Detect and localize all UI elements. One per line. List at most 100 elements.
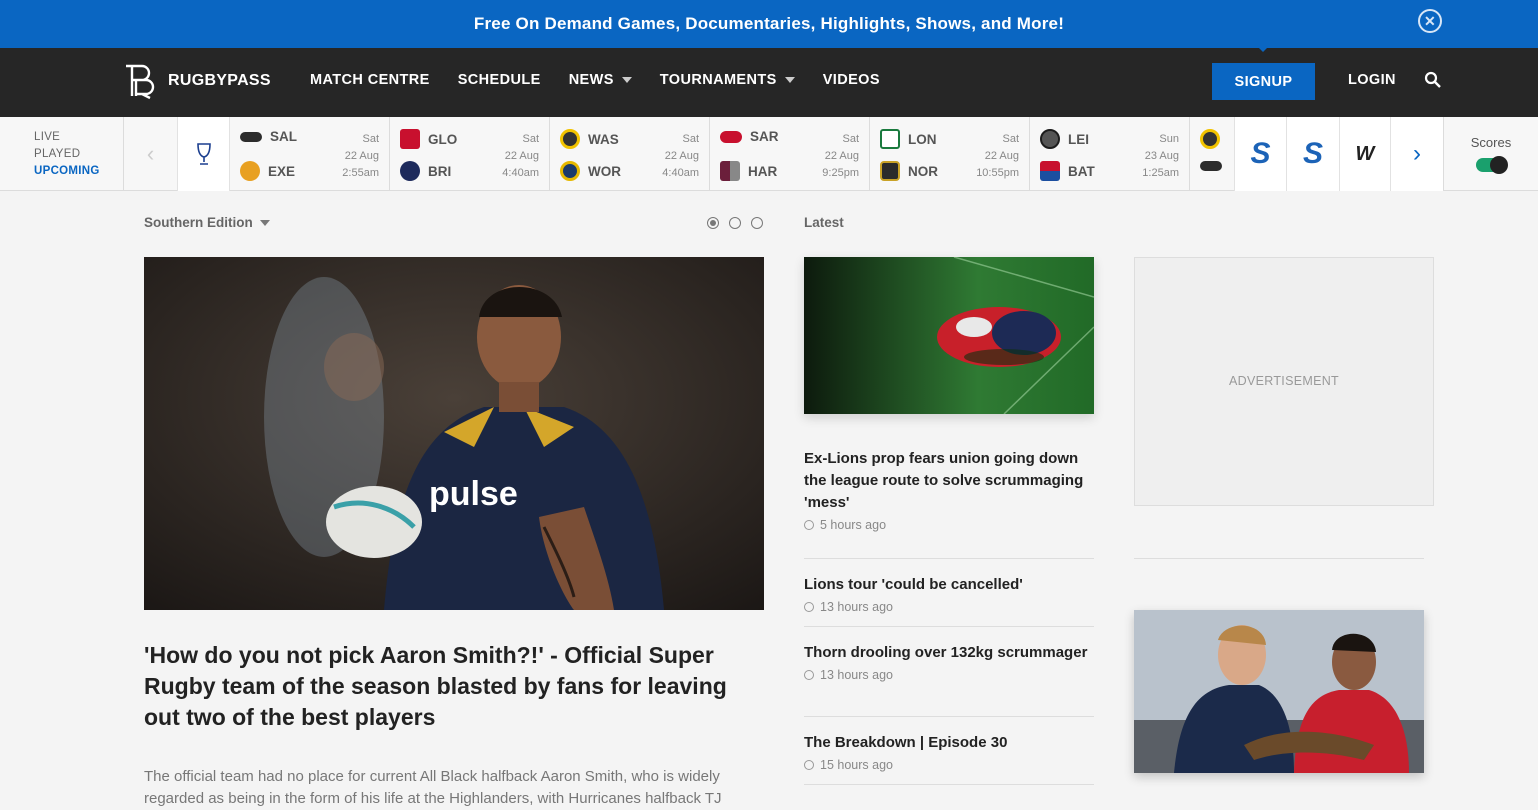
- home-team: LEI: [1040, 129, 1089, 149]
- clock-icon: [804, 670, 814, 680]
- match-card[interactable]: SAL EXE Sat 22 Aug 2:55am: [230, 117, 390, 191]
- sal-crest-icon: [1200, 161, 1222, 171]
- divider: [804, 784, 1094, 785]
- lon-crest-icon: [880, 129, 900, 149]
- scores-toggle-panel: Scores: [1444, 117, 1538, 191]
- chevron-down-icon: [784, 77, 795, 83]
- clock-icon: [804, 602, 814, 612]
- close-icon[interactable]: ✕: [1418, 9, 1442, 33]
- carousel-dot[interactable]: [729, 217, 741, 229]
- home-team: SAL: [240, 129, 297, 144]
- hero-image[interactable]: pulse: [144, 257, 764, 610]
- sidebar-article-image[interactable]: [1134, 610, 1424, 773]
- logo[interactable]: RUGBYPASS: [122, 62, 271, 100]
- match-card[interactable]: GLO BRI Sat 22 Aug 4:40am: [390, 117, 550, 191]
- hero-summary: The official team had no place for curre…: [144, 768, 722, 807]
- scores-toggle-label: Scores: [1470, 135, 1512, 150]
- article-item[interactable]: Ex-Lions prop fears union going down the…: [804, 448, 1094, 532]
- match-time: Sat 22 Aug 10:55pm: [976, 133, 1019, 179]
- away-team: EXE: [240, 161, 295, 181]
- svg-text:pulse: pulse: [429, 475, 518, 513]
- article-title[interactable]: Lions tour 'could be cancelled': [804, 574, 1094, 596]
- away-team: BAT: [1040, 161, 1095, 181]
- match-card[interactable]: LON NOR Sat 22 Aug 10:55pm: [870, 117, 1030, 191]
- match-card[interactable]: WAS WOR Sat 22 Aug 4:40am: [550, 117, 710, 191]
- super-rugby-icon[interactable]: S: [1234, 117, 1287, 191]
- chevron-down-icon: [259, 219, 270, 226]
- away-team: WOR: [560, 161, 621, 181]
- sar-crest-icon: [720, 130, 742, 143]
- hero-headline[interactable]: 'How do you not pick Aaron Smith?!' - Of…: [144, 640, 754, 733]
- scores-prev-button[interactable]: ‹: [124, 117, 177, 191]
- wor-crest-icon: [560, 161, 580, 181]
- signup-button[interactable]: SIGNUP: [1212, 63, 1315, 100]
- scores-toggle[interactable]: [1476, 156, 1508, 174]
- trophy-icon[interactable]: [177, 117, 230, 191]
- rugbypass-logo-icon: [126, 64, 155, 100]
- match-time: Sat 22 Aug 4:40am: [502, 133, 539, 179]
- sal-crest-icon: [240, 131, 262, 142]
- login-button[interactable]: LOGIN: [1348, 72, 1396, 88]
- article-item[interactable]: Thorn drooling over 132kg scrummager 13 …: [804, 642, 1094, 682]
- article-title[interactable]: Ex-Lions prop fears union going down the…: [804, 448, 1094, 514]
- promo-text[interactable]: Free On Demand Games, Documentaries, Hig…: [474, 14, 1064, 34]
- match-card[interactable]: LEI BAT Sun 23 Aug 1:25am: [1030, 117, 1190, 191]
- home-team: [1200, 129, 1220, 149]
- home-team: GLO: [400, 129, 457, 149]
- super-rugby-aotearoa-icon[interactable]: S: [1287, 117, 1340, 191]
- nav-schedule[interactable]: SCHEDULE: [458, 72, 541, 88]
- edition-selector[interactable]: Southern Edition: [144, 215, 270, 230]
- article-time: 13 hours ago: [804, 600, 1094, 614]
- advertisement-label: ADVERTISEMENT: [1229, 373, 1339, 388]
- article-time: 5 hours ago: [804, 518, 1094, 532]
- nav-news[interactable]: NEWS: [569, 72, 632, 88]
- nor-crest-icon: [880, 161, 900, 181]
- nav-tournaments[interactable]: TOURNAMENTS: [660, 72, 795, 88]
- match-time: Sat 22 Aug 9:25pm: [822, 133, 859, 179]
- clock-icon: [804, 760, 814, 770]
- divider: [804, 558, 1094, 559]
- home-team: LON: [880, 129, 937, 149]
- logo-text: RUGBYPASS: [168, 72, 271, 89]
- match-time: Sun 23 Aug 1:25am: [1142, 133, 1179, 179]
- bri-crest-icon: [400, 161, 420, 181]
- mitre10-cup-icon[interactable]: W: [1340, 117, 1391, 191]
- search-icon[interactable]: [1424, 71, 1442, 89]
- match-time: Sat 22 Aug 2:55am: [342, 133, 379, 179]
- scores-next-button[interactable]: ›: [1391, 117, 1444, 191]
- article-title[interactable]: Thorn drooling over 132kg scrummager: [804, 642, 1094, 664]
- away-team: NOR: [880, 161, 938, 181]
- har-crest-icon: [720, 161, 740, 181]
- glo-crest-icon: [400, 129, 420, 149]
- status-upcoming[interactable]: UPCOMING: [34, 163, 123, 180]
- nav-menu: MATCH CENTRE SCHEDULE NEWS TOURNAMENTS V…: [310, 72, 880, 88]
- advertisement[interactable]: ADVERTISEMENT: [1134, 257, 1434, 506]
- carousel-dots: [707, 217, 763, 229]
- promo-pointer: [1257, 46, 1269, 52]
- carousel-dot[interactable]: [751, 217, 763, 229]
- match-status-filter: LIVE PLAYED UPCOMING: [0, 117, 124, 191]
- match-card[interactable]: SAR HAR Sat 22 Aug 9:25pm: [710, 117, 870, 191]
- divider: [804, 626, 1094, 627]
- status-live[interactable]: LIVE: [34, 129, 123, 146]
- article-item[interactable]: Lions tour 'could be cancelled' 13 hours…: [804, 574, 1094, 614]
- latest-article-image[interactable]: [804, 257, 1094, 414]
- status-played[interactable]: PLAYED: [34, 146, 123, 163]
- promo-banner[interactable]: Free On Demand Games, Documentaries, Hig…: [0, 0, 1538, 48]
- carousel-dot[interactable]: [707, 217, 719, 229]
- nav-videos[interactable]: VIDEOS: [823, 72, 880, 88]
- article-item[interactable]: The Breakdown | Episode 30 15 hours ago: [804, 732, 1094, 772]
- divider: [1134, 558, 1424, 559]
- exe-crest-icon: [240, 161, 260, 181]
- match-time: Sat 22 Aug 4:40am: [662, 133, 699, 179]
- article-time: 15 hours ago: [804, 758, 1094, 772]
- away-team: HAR: [720, 161, 777, 181]
- match-card-partial[interactable]: [1190, 117, 1234, 191]
- nav-match-centre[interactable]: MATCH CENTRE: [310, 72, 430, 88]
- chevron-down-icon: [621, 77, 632, 83]
- article-title[interactable]: The Breakdown | Episode 30: [804, 732, 1094, 754]
- latest-heading: Latest: [804, 215, 844, 230]
- divider: [804, 716, 1094, 717]
- article-time: 13 hours ago: [804, 668, 1094, 682]
- home-team: SAR: [720, 129, 779, 144]
